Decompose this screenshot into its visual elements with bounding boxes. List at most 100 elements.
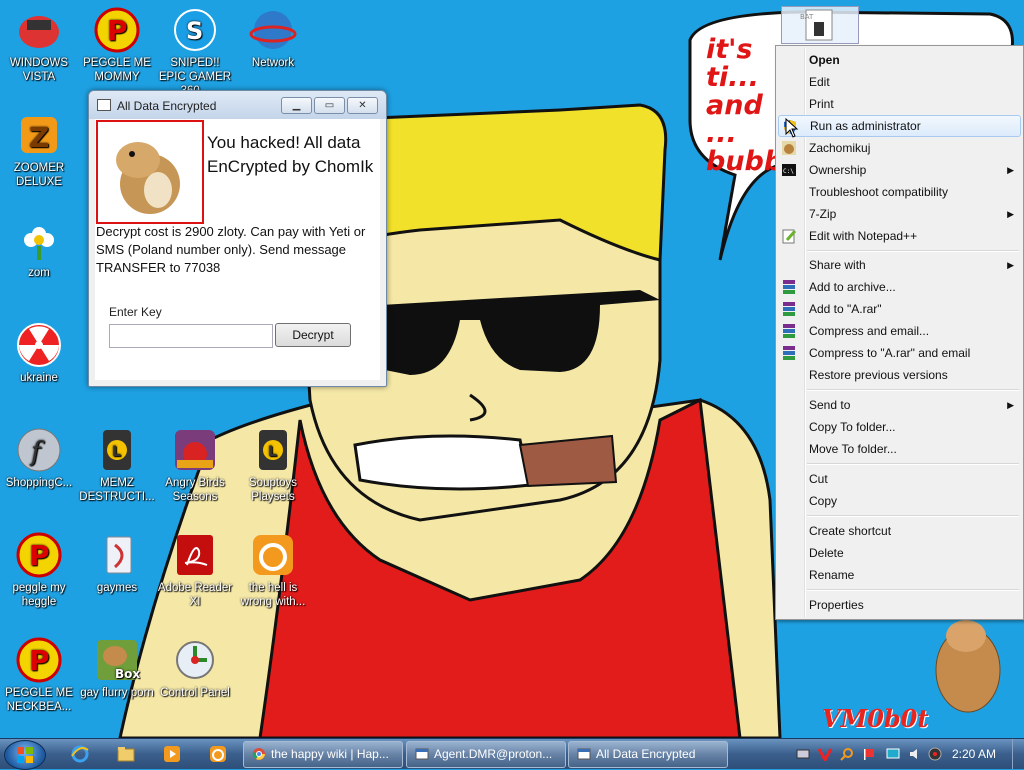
menu-item-label: Open xyxy=(809,53,840,67)
flower-icon xyxy=(24,227,54,260)
peggle-icon: P xyxy=(16,532,62,578)
tray-network-icon[interactable] xyxy=(796,747,810,761)
maximize-button[interactable]: ▭ xyxy=(314,97,345,114)
key-input[interactable] xyxy=(109,324,273,348)
tray-antivirus-icon[interactable] xyxy=(818,747,832,761)
desktop-icon-label: PEGGLE ME NECKBEA... xyxy=(5,687,73,713)
menu-separator xyxy=(807,463,1019,465)
menu-item-add-to-a-rar[interactable]: Add to "A.rar" xyxy=(778,298,1021,320)
menu-item-copy-to-folder[interactable]: Copy To folder... xyxy=(778,416,1021,438)
tray-flag-icon[interactable] xyxy=(862,747,876,761)
winrar-icon xyxy=(783,346,795,360)
menu-item-copy[interactable]: Copy xyxy=(778,490,1021,512)
menu-item-move-to-folder[interactable]: Move To folder... xyxy=(778,438,1021,460)
menu-item-print[interactable]: Print xyxy=(778,93,1021,115)
menu-item-edit-with-notepadpp[interactable]: Edit with Notepad++ xyxy=(778,225,1021,247)
desktop-icon-the-hell[interactable]: the hell is wrong with... xyxy=(234,531,312,609)
tray-volume-icon[interactable] xyxy=(908,747,922,761)
desktop-icon-sniped[interactable]: S SNIPED!! EPIC GAMER 360... xyxy=(156,6,234,98)
menu-item-troubleshoot-compatibility[interactable]: Troubleshoot compatibility xyxy=(778,181,1021,203)
window-icon xyxy=(415,748,429,760)
desktop-icon-ukraine[interactable]: ukraine xyxy=(0,321,78,385)
menu-item-delete[interactable]: Delete xyxy=(778,542,1021,564)
menu-item-add-to-archive[interactable]: Add to archive... xyxy=(778,276,1021,298)
menu-item-zachomikuj[interactable]: Zachomikuj xyxy=(778,137,1021,159)
menu-separator xyxy=(807,250,1019,252)
menu-item-edit[interactable]: Edit xyxy=(778,71,1021,93)
taskbar-item-chrome[interactable]: the happy wiki | Hap... xyxy=(243,741,403,768)
uc-browser-taskbar-icon[interactable] xyxy=(208,744,228,764)
windows-logo-icon xyxy=(17,747,33,763)
taskbar-item-label: Agent.DMR@proton... xyxy=(434,747,553,761)
desktop-icon-label: zom xyxy=(28,267,50,279)
notepadpp-icon xyxy=(782,229,797,244)
desktop-icon-label: Network xyxy=(251,57,295,69)
taskbar-item-agent-email[interactable]: Agent.DMR@proton... xyxy=(406,741,566,768)
desktop-icon-peggle-me-mommy[interactable]: P PEGGLE ME MOMMY xyxy=(78,6,156,84)
menu-item-label: Compress to "A.rar" and email xyxy=(809,346,971,360)
desktop-icon-control-panel[interactable]: Control Panel xyxy=(156,636,234,700)
minimize-button[interactable]: ▁ xyxy=(281,97,312,114)
taskbar-item-all-data-encrypted[interactable]: All Data Encrypted xyxy=(568,741,728,768)
desktop-icon-souptoys[interactable]: L Souptoys Playsets xyxy=(234,426,312,504)
svg-text:P: P xyxy=(29,644,50,677)
dialog-title: All Data Encrypted xyxy=(117,99,217,113)
close-button[interactable]: ✕ xyxy=(347,97,378,114)
menu-item-compress-and-email[interactable]: Compress and email... xyxy=(778,320,1021,342)
menu-separator xyxy=(807,515,1019,517)
decrypt-button[interactable]: Decrypt xyxy=(275,323,351,347)
menu-item-label: Create shortcut xyxy=(809,524,892,538)
desktop-icon-network[interactable]: Network xyxy=(234,6,312,70)
menu-item-label: Add to "A.rar" xyxy=(809,302,882,316)
folder-icon xyxy=(106,536,132,574)
menu-item-send-to[interactable]: Send to ▶ xyxy=(778,394,1021,416)
menu-item-create-shortcut[interactable]: Create shortcut xyxy=(778,520,1021,542)
menu-item-label: Restore previous versions xyxy=(809,368,948,382)
menu-item-properties[interactable]: Properties xyxy=(778,594,1021,616)
dialog-titlebar[interactable]: All Data Encrypted ▁ ▭ ✕ xyxy=(89,91,386,119)
dialog-heading: You hacked! All data EnCrypted by ChomIk xyxy=(207,133,374,176)
network-globe-icon xyxy=(249,11,297,49)
file-explorer-icon[interactable] xyxy=(116,744,136,764)
selected-bat-file-icon[interactable]: BAT xyxy=(781,6,859,44)
menu-item-cut[interactable]: Cut xyxy=(778,468,1021,490)
taskbar-clock[interactable]: 2:20 AM xyxy=(952,747,996,761)
desktop-icon-peggle-my-heggle[interactable]: P peggle my heggle xyxy=(0,531,78,609)
show-desktop-button[interactable] xyxy=(1012,739,1024,769)
media-player-icon[interactable] xyxy=(162,744,182,764)
desktop-icon-angry-birds[interactable]: Angry Birds Seasons xyxy=(156,426,234,504)
desktop-icon-peggle-me-neckbea[interactable]: P PEGGLE ME NECKBEA... xyxy=(0,636,78,714)
desktop-icon-gaymes[interactable]: gaymes xyxy=(78,531,156,595)
svg-text:L: L xyxy=(112,444,121,460)
start-button[interactable] xyxy=(4,740,46,770)
desktop-icon-adobe-reader[interactable]: Adobe Reader XI xyxy=(156,531,234,609)
desktop-icon-label: PEGGLE ME MOMMY xyxy=(83,57,151,83)
submenu-arrow-icon: ▶ xyxy=(1007,400,1014,410)
dialog-message: Decrypt cost is 2900 zloty. Can pay with… xyxy=(96,224,366,275)
desktop-icon-gay-flurry[interactable]: Box gay flurry porn xyxy=(78,636,156,700)
menu-item-run-as-administrator[interactable]: Run as administrator xyxy=(778,115,1021,137)
winrar-icon xyxy=(783,302,795,316)
desktop-icon-label: Control Panel xyxy=(160,687,230,699)
menu-item-7zip[interactable]: 7-Zip ▶ xyxy=(778,203,1021,225)
desktop-icon-zom[interactable]: zom xyxy=(0,216,78,280)
internet-explorer-icon[interactable] xyxy=(70,744,90,764)
menu-item-compress-to-a-rar-and-email[interactable]: Compress to "A.rar" and email xyxy=(778,342,1021,364)
desktop-icon-shopping[interactable]: f ShoppingC... xyxy=(0,426,78,490)
windows-vista-icon xyxy=(19,16,59,48)
desktop-icon-zoomer-deluxe[interactable]: Z ZOOMER DELUXE xyxy=(0,111,78,189)
tray-speaker-icon[interactable] xyxy=(928,747,942,761)
menu-item-open[interactable]: Open xyxy=(778,49,1021,71)
flash-icon: f xyxy=(17,428,61,472)
desktop-icon-windows-vista[interactable]: WINDOWS VISTA xyxy=(0,6,78,84)
svg-text:Box: Box xyxy=(115,667,140,681)
menu-item-share-with[interactable]: Share with ▶ xyxy=(778,254,1021,276)
menu-item-rename[interactable]: Rename xyxy=(778,564,1021,586)
tray-search-icon[interactable] xyxy=(840,747,854,761)
tray-display-icon[interactable] xyxy=(886,747,900,761)
chrome-icon xyxy=(252,748,265,760)
menu-item-label: Rename xyxy=(809,568,855,582)
menu-item-restore-previous-versions[interactable]: Restore previous versions xyxy=(778,364,1021,386)
menu-item-ownership[interactable]: C:\ Ownership ▶ xyxy=(778,159,1021,181)
desktop-icon-memz[interactable]: L MEMZ DESTRUCTI... xyxy=(78,426,156,504)
